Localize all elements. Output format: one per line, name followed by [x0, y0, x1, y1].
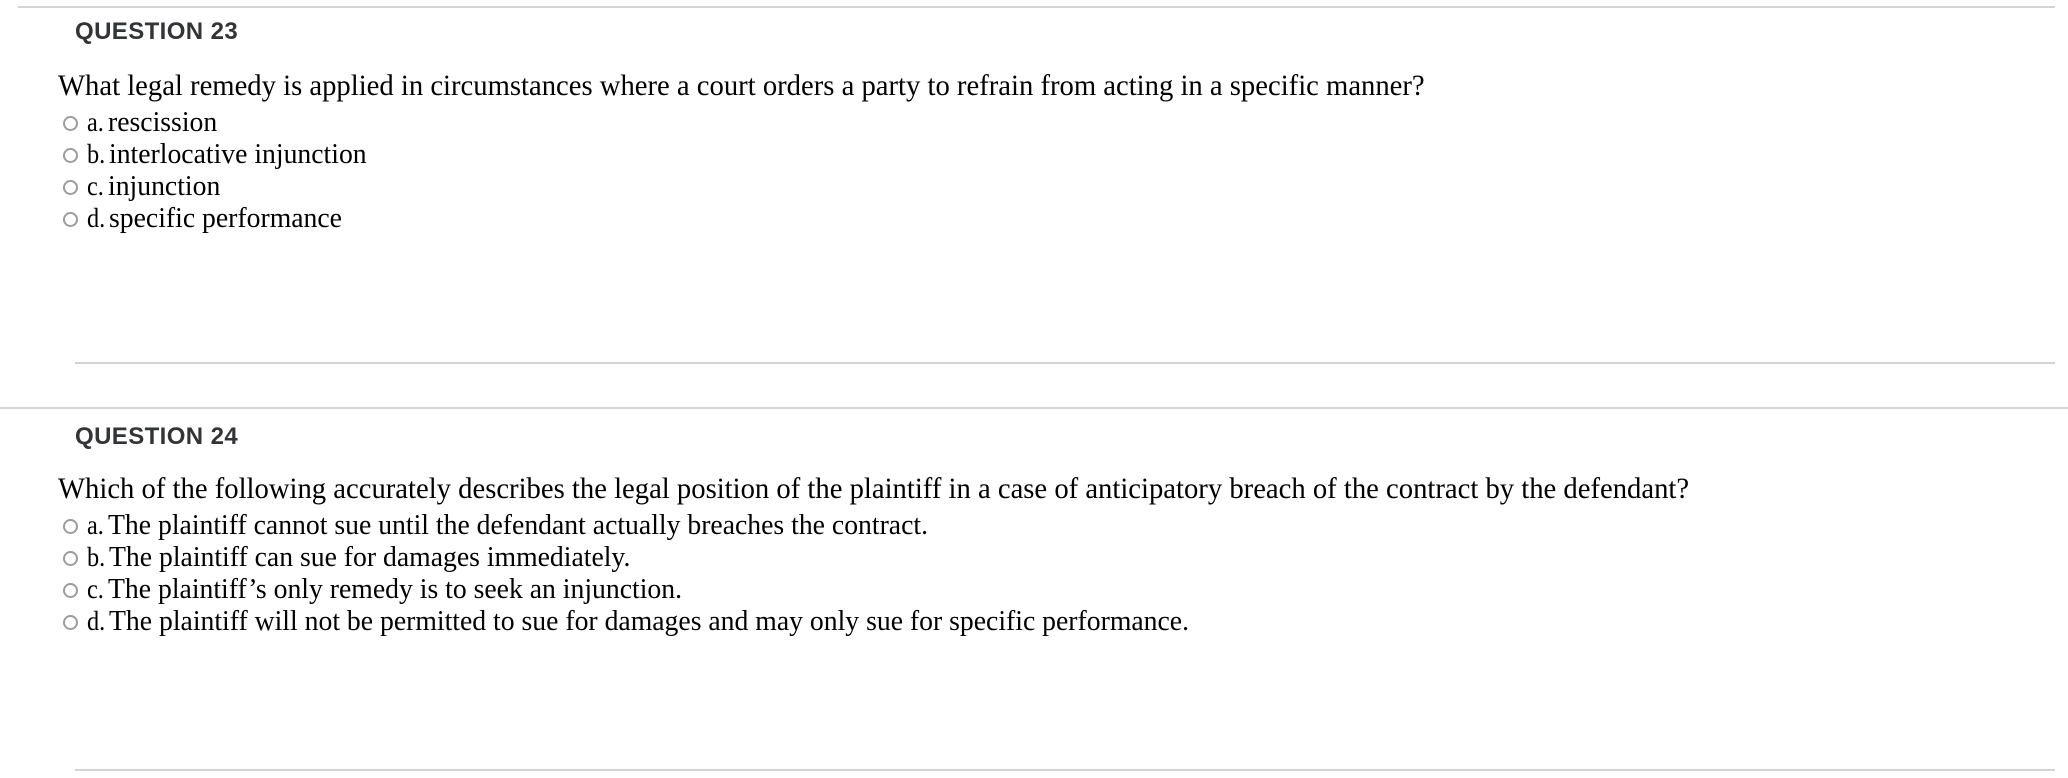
option-row[interactable]: b. The plaintiff can sue for damages imm… [58, 541, 2058, 573]
option-label: The plaintiff will not be permitted to s… [109, 605, 1190, 637]
divider-question-23-bottom [75, 362, 2055, 364]
option-row[interactable]: d. The plaintiff will not be permitted t… [58, 605, 2058, 637]
question-heading-24: QUESTION 24 [75, 423, 239, 450]
radio-button-icon[interactable] [63, 614, 78, 630]
option-letter: d. [87, 606, 106, 636]
radio-button-icon[interactable] [63, 582, 78, 598]
radio-button-icon[interactable] [63, 550, 78, 566]
option-row[interactable]: c. The plaintiff’s only remedy is to see… [58, 573, 2058, 605]
option-label: rescission [107, 106, 217, 138]
radio-button-icon[interactable] [63, 179, 78, 195]
options-list-24: a. The plaintiff cannot sue until the de… [58, 509, 2058, 637]
divider-top [18, 6, 2055, 8]
option-label: interlocative injunction [109, 138, 367, 170]
option-row[interactable]: a. rescission [58, 106, 2058, 138]
question-heading-23: QUESTION 23 [75, 18, 239, 45]
option-label: specific performance [109, 202, 343, 234]
option-label: The plaintiff can sue for damages immedi… [109, 541, 631, 573]
option-letter: c. [87, 171, 104, 201]
option-row[interactable]: d. specific performance [58, 202, 2058, 234]
option-label: injunction [107, 170, 221, 202]
option-label: The plaintiff’s only remedy is to seek a… [107, 573, 682, 605]
option-row[interactable]: a. The plaintiff cannot sue until the de… [58, 509, 2058, 541]
option-row[interactable]: b. interlocative injunction [58, 138, 2058, 170]
option-label: The plaintiff cannot sue until the defen… [107, 509, 928, 541]
divider-question-24-bottom [75, 769, 2055, 771]
radio-button-icon[interactable] [63, 115, 78, 131]
option-letter: a. [87, 510, 104, 540]
divider-between-questions [0, 407, 2068, 409]
radio-button-icon[interactable] [63, 518, 78, 534]
option-letter: b. [87, 139, 106, 169]
question-body-23: What legal remedy is applied in circumst… [58, 68, 2058, 234]
question-text-23: What legal remedy is applied in circumst… [58, 69, 1425, 102]
option-letter: c. [87, 574, 104, 604]
option-letter: d. [87, 203, 106, 233]
options-list-23: a. rescission b. interlocative injunctio… [58, 106, 2058, 234]
option-letter: a. [87, 107, 104, 137]
radio-button-icon[interactable] [63, 211, 78, 227]
radio-button-icon[interactable] [63, 147, 78, 163]
question-body-24: Which of the following accurately descri… [58, 471, 2058, 637]
option-row[interactable]: c. injunction [58, 170, 2058, 202]
question-text-24: Which of the following accurately descri… [58, 472, 1690, 505]
option-letter: b. [87, 542, 106, 572]
quiz-page: QUESTION 23 What legal remedy is applied… [0, 0, 2068, 778]
